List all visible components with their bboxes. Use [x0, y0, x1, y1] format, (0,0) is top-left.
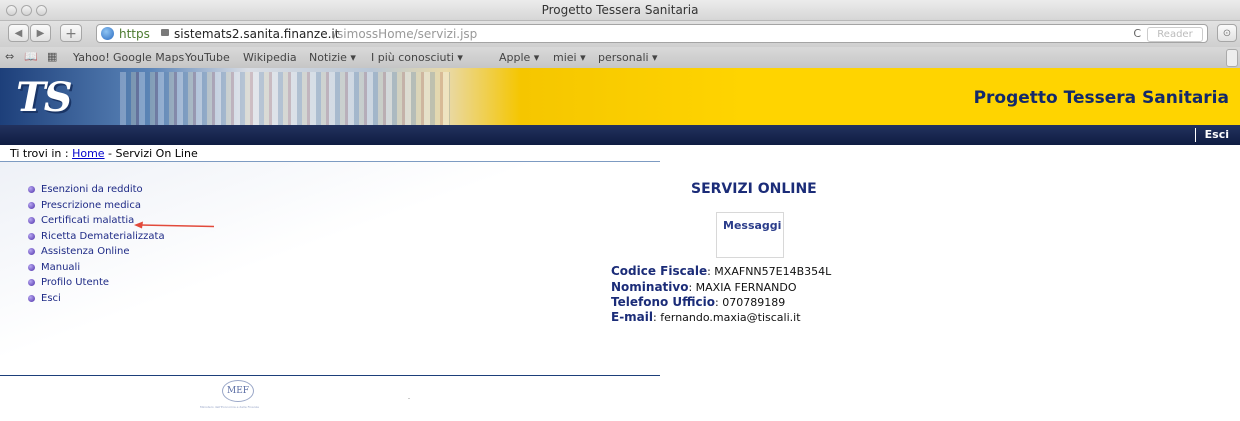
bullet-icon — [28, 186, 35, 193]
footer-dot — [408, 398, 410, 399]
messages-label: Messaggi — [722, 219, 783, 232]
menu-item-ricetta[interactable]: Ricetta Dematerializzata — [28, 231, 165, 247]
bookmarks-overflow-button[interactable] — [1226, 49, 1238, 67]
back-button[interactable]: ◀ — [8, 24, 29, 42]
breadcrumb-trail: Ti trovi in : Home - Servizi On Line — [10, 147, 198, 160]
forward-button[interactable]: ▶ — [30, 24, 51, 42]
bookmark-item[interactable]: YouTube — [185, 51, 230, 64]
bookmark-item[interactable]: I più conosciuti ▾ — [371, 51, 463, 64]
services-menu: Esenzioni da reddito Prescrizione medica… — [28, 184, 165, 308]
footer-divider — [0, 375, 660, 376]
bookmark-item[interactable]: Apple ▾ — [499, 51, 539, 64]
bullet-icon — [28, 217, 35, 224]
url-path: /simossHome/servizi.jsp — [333, 27, 478, 41]
user-email: E-mail: fernando.maxia@tiscali.it — [611, 310, 801, 324]
menu-item-prescrizione[interactable]: Prescrizione medica — [28, 200, 165, 216]
site-banner: TS Progetto Tessera Sanitaria — [0, 68, 1240, 125]
annotation-arrow-icon — [134, 221, 214, 229]
bullet-icon — [28, 232, 35, 240]
lock-icon — [161, 29, 169, 36]
bookmark-item[interactable]: Wikipedia — [243, 51, 297, 64]
reading-list-icon[interactable]: ⇔ — [5, 50, 14, 63]
url-scheme: https — [119, 27, 150, 41]
bookmark-item[interactable]: personali ▾ — [598, 51, 658, 64]
browser-toolbar: ◀ ▶ + https sistemats2.sanita.finanze.it… — [0, 21, 1240, 47]
menu-item-profilo[interactable]: Profilo Utente — [28, 277, 165, 293]
breadcrumb-home-link[interactable]: Home — [72, 147, 104, 160]
reader-button[interactable]: Reader — [1147, 27, 1203, 42]
bookmark-item[interactable]: Notizie ▾ — [309, 51, 356, 64]
breadcrumb: Ti trovi in : Home - Servizi On Line — [0, 145, 1240, 160]
url-host: sistemats2.sanita.finanze.it — [174, 27, 340, 41]
bullet-icon — [28, 248, 35, 255]
bookmarks-book-icon[interactable]: 📖 — [24, 50, 38, 63]
menu-item-manuali[interactable]: Manuali — [28, 262, 165, 278]
bookmark-item[interactable]: Google Maps — [113, 51, 184, 64]
downloads-button[interactable]: ⊙ — [1217, 24, 1237, 42]
menu-item-assistenza[interactable]: Assistenza Online — [28, 246, 165, 262]
reload-icon[interactable]: C — [1133, 27, 1141, 40]
mef-caption: Ministero dell'Economia e delle Finanze — [200, 405, 260, 409]
breadcrumb-prefix: Ti trovi in : — [10, 147, 69, 160]
bookmark-item[interactable]: miei ▾ — [553, 51, 586, 64]
site-navbar: Esci — [0, 125, 1240, 145]
pharmacy-shelves-image — [120, 72, 450, 125]
user-name: Nominativo: MAXIA FERNANDO — [611, 280, 797, 294]
bullet-icon — [28, 294, 35, 302]
user-phone: Telefono Ufficio: 070789189 — [611, 295, 786, 309]
menu-item-esci[interactable]: Esci — [28, 293, 165, 309]
breadcrumb-current: - Servizi On Line — [108, 147, 198, 160]
ts-logo[interactable]: TS — [16, 74, 73, 121]
mef-logo: MEF — [222, 380, 254, 402]
menu-item-esenzioni[interactable]: Esenzioni da reddito — [28, 184, 165, 200]
address-bar[interactable]: https sistemats2.sanita.finanze.it /simo… — [96, 24, 1208, 43]
nav-divider — [1195, 128, 1196, 142]
bullet-icon — [28, 263, 35, 271]
page-title: SERVIZI ONLINE — [691, 181, 817, 197]
bookmark-item[interactable]: Yahoo! — [73, 51, 110, 64]
logout-link[interactable]: Esci — [1205, 128, 1229, 141]
bookmarks-bar: ⇔ 📖 ▦ Yahoo! Google Maps YouTube Wikiped… — [0, 47, 1240, 69]
globe-icon — [101, 27, 114, 40]
top-sites-grid-icon[interactable]: ▦ — [47, 50, 57, 63]
window-title: Progetto Tessera Sanitaria — [541, 3, 699, 17]
bullet-icon — [28, 201, 35, 209]
window-titlebar: Progetto Tessera Sanitaria — [0, 0, 1240, 21]
bullet-icon — [28, 279, 35, 286]
site-title: Progetto Tessera Sanitaria — [973, 88, 1229, 108]
user-fiscal-code: Codice Fiscale: MXAFNN57E14B354L — [611, 264, 832, 278]
new-tab-button[interactable]: + — [60, 24, 82, 42]
